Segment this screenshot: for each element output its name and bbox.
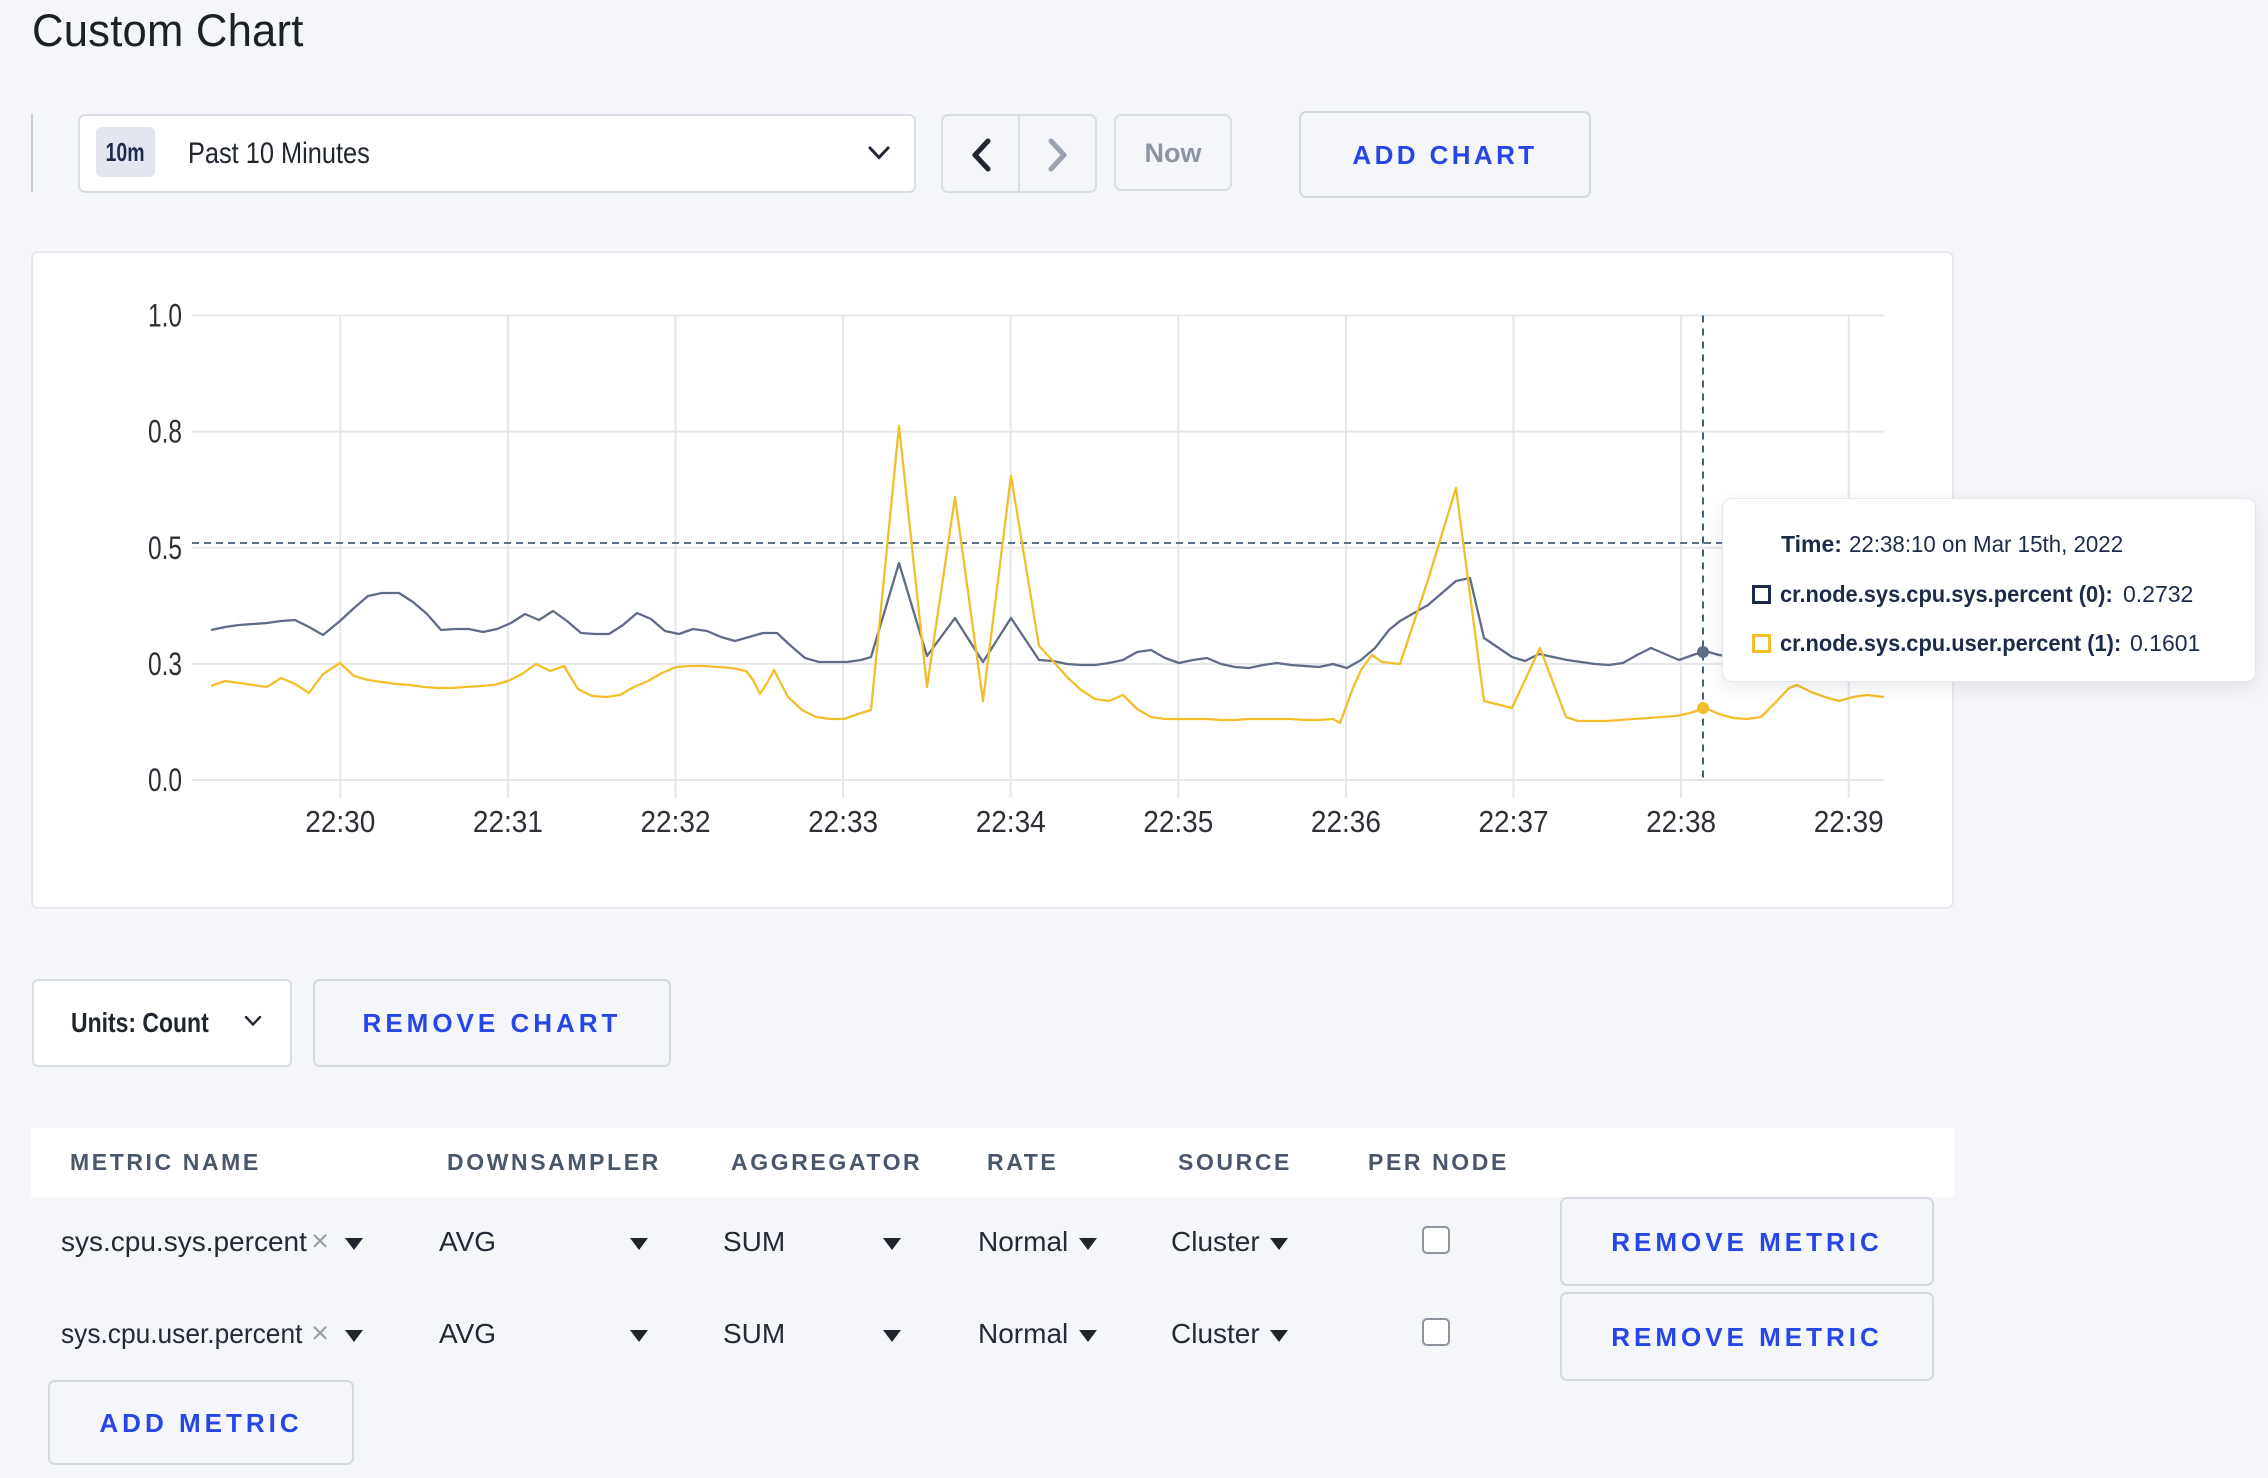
svg-text:22:34: 22:34 — [976, 804, 1046, 839]
svg-text:22:37: 22:37 — [1479, 804, 1549, 839]
svg-text:22:39: 22:39 — [1814, 804, 1884, 839]
svg-text:0.8: 0.8 — [148, 414, 182, 450]
svg-text:22:36: 22:36 — [1311, 804, 1381, 839]
svg-text:22:33: 22:33 — [808, 804, 878, 839]
svg-text:0.3: 0.3 — [148, 646, 182, 682]
svg-text:0.0: 0.0 — [148, 762, 182, 798]
svg-text:0.5: 0.5 — [148, 530, 182, 566]
svg-text:1.0: 1.0 — [148, 298, 182, 334]
svg-text:22:32: 22:32 — [641, 804, 711, 839]
svg-text:22:31: 22:31 — [473, 804, 543, 839]
svg-text:22:38: 22:38 — [1646, 804, 1716, 839]
svg-text:22:30: 22:30 — [305, 804, 375, 839]
svg-text:22:35: 22:35 — [1143, 804, 1213, 839]
